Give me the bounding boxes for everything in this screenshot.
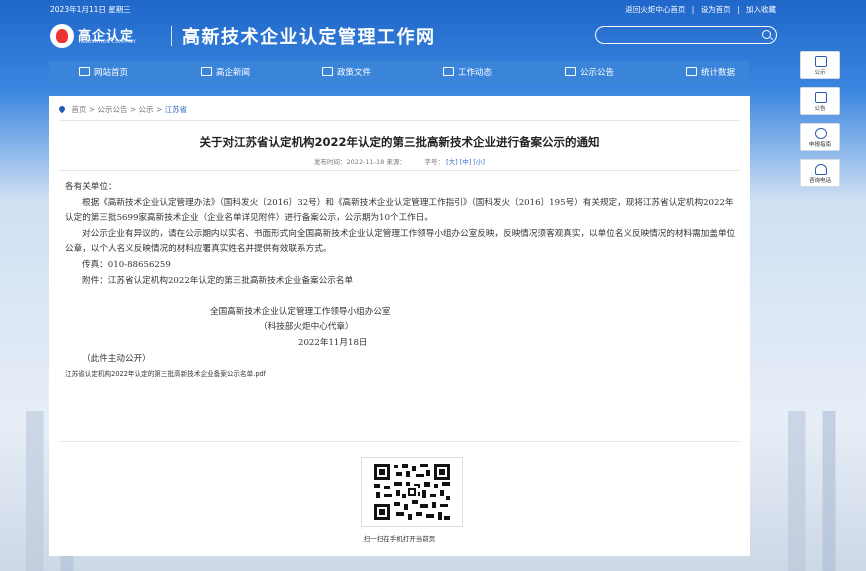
sidebar-item-label: 申报指南 [808,142,831,148]
breadcrumb-sep: > [88,105,96,114]
home-icon [79,67,90,76]
article-body: 各有关单位： 根据《高新技术企业认定管理办法》（国科发火〔2016〕32号）和《… [65,180,740,383]
news-icon [201,67,212,76]
nav-item-label: 网站首页 [94,68,129,78]
search-icon[interactable] [762,30,771,39]
fax-line: 传真：010-88656259 [82,259,171,270]
compass-icon [815,128,827,139]
chart-icon [686,67,697,76]
link-separator: | [691,5,695,14]
signature-proxy: （科技部火炬中心代章） [259,322,354,333]
paragraph-2: 对公示企业有异议的，请在公示期内以实名、书面形式向全国高新技术企业认定管理工作领… [65,228,736,255]
site-title: 高新技术企业认定管理工作网 [182,27,436,48]
nav-item-policy[interactable]: 政策文件 [322,61,371,85]
qr-caption: 扫一扫在手机打开当前页 [363,535,436,543]
sidebar-item-notice[interactable]: 公示 [800,51,840,79]
article-title: 关于对江苏省认定机构2022年认定的第三批高新技术企业进行备案公示的通知 [199,135,600,149]
notice-icon [815,56,827,67]
nav-item-home[interactable]: 网站首页 [79,61,128,85]
font-size-medium-link[interactable]: [中] [460,158,472,166]
logo-subtext: INNOVATION COMPANY [79,40,137,45]
header-divider [171,26,172,46]
divider [59,170,740,171]
divider [59,120,740,121]
qr-code-image [372,462,452,522]
phone-icon [815,164,827,175]
document-icon [322,67,333,76]
sidebar-item-label: 公告 [814,106,826,112]
breadcrumb-current[interactable]: 江苏省 [165,105,188,114]
top-links: 返回火炬中心首页 | 设为首页 | 加入收藏 [623,4,778,15]
main-nav: 网站首页 高企新闻 政策文件 工作动态 公示公告 统计数据 [49,61,749,85]
floating-sidebar: 公示 公告 申报指南 咨询电话 [800,51,840,195]
building-icon [565,67,576,76]
set-homepage-link[interactable]: 设为首页 [701,5,731,14]
nav-item-label: 统计数据 [701,68,736,78]
nav-item-label: 公示公告 [580,68,615,78]
article-panel: 首页 > 公示公告 > 公示 > 江苏省 关于对江苏省认定机构2022年认定的第… [49,96,750,556]
logo-emblem-icon [50,24,74,48]
link-separator: | [737,5,740,14]
font-size-label: 字号： [424,158,444,166]
back-to-torch-center-link[interactable]: 返回火炬中心首页 [625,5,685,14]
article-meta: 发布时间：2022-11-18 来源： 字号： [大] [中] [小] [49,156,750,166]
divider [59,441,740,442]
signature-org: 全国高新技术企业认定管理工作领导小组办公室 [210,306,391,317]
breadcrumb-home[interactable]: 首页 [71,105,86,114]
nav-item-label: 工作动态 [458,68,493,78]
attachment-line: 附件：江苏省认定机构2022年认定的第三批高新技术企业备案公示名单 [82,275,354,286]
add-favorite-link[interactable]: 加入收藏 [746,5,776,14]
nav-item-news[interactable]: 高企新闻 [201,61,250,85]
announcement-icon [815,92,827,103]
font-size-large-link[interactable]: [大] [446,158,458,166]
current-date: 2023年1月11日 星期三 [50,5,131,14]
signature-date: 2022年11月18日 [298,337,368,348]
site-logo[interactable]: 高企认定 INNOVATION COMPANY [50,24,162,48]
sidebar-item-label: 公示 [814,70,826,76]
site-header: 高企认定 INNOVATION COMPANY 高新技术企业认定管理工作网 [0,16,866,58]
sidebar-item-label: 咨询电话 [808,178,831,184]
publish-info: 发布时间：2022-11-18 来源： [314,158,406,166]
breadcrumb: 首页 > 公示公告 > 公示 > 江苏省 [57,104,188,115]
public-note: （此件主动公开） [82,353,151,364]
search-input[interactable] [595,26,777,44]
font-size-small-link[interactable]: [小] [473,158,485,166]
breadcrumb-announcements[interactable]: 公示公告 [97,105,127,114]
top-bar: 2023年1月11日 星期三 返回火炬中心首页 | 设为首页 | 加入收藏 [0,0,866,16]
sidebar-item-announcement[interactable]: 公告 [800,87,840,115]
sidebar-item-phone[interactable]: 咨询电话 [800,159,840,187]
location-pin-icon [57,104,67,114]
paragraph-1: 根据《高新技术企业认定管理办法》（国科发火〔2016〕32号）和《高新技术企业认… [65,197,734,224]
breadcrumb-sep: > [155,105,163,114]
attachment-file-link[interactable]: 江苏省认定机构2022年认定的第三批高新技术企业备案公示名单.pdf [65,367,740,383]
nav-item-label: 政策文件 [337,68,372,78]
nav-item-statistics[interactable]: 统计数据 [686,61,735,85]
nav-item-label: 高企新闻 [216,68,251,78]
nav-item-work-updates[interactable]: 工作动态 [443,61,492,85]
greeting: 各有关单位： [65,182,117,192]
breadcrumb-public-notice[interactable]: 公示 [139,105,154,114]
qr-code [361,457,463,527]
breadcrumb-sep: > [129,105,137,114]
send-icon [443,67,454,76]
nav-item-announcements[interactable]: 公示公告 [565,61,614,85]
sidebar-item-guide[interactable]: 申报指南 [800,123,840,151]
